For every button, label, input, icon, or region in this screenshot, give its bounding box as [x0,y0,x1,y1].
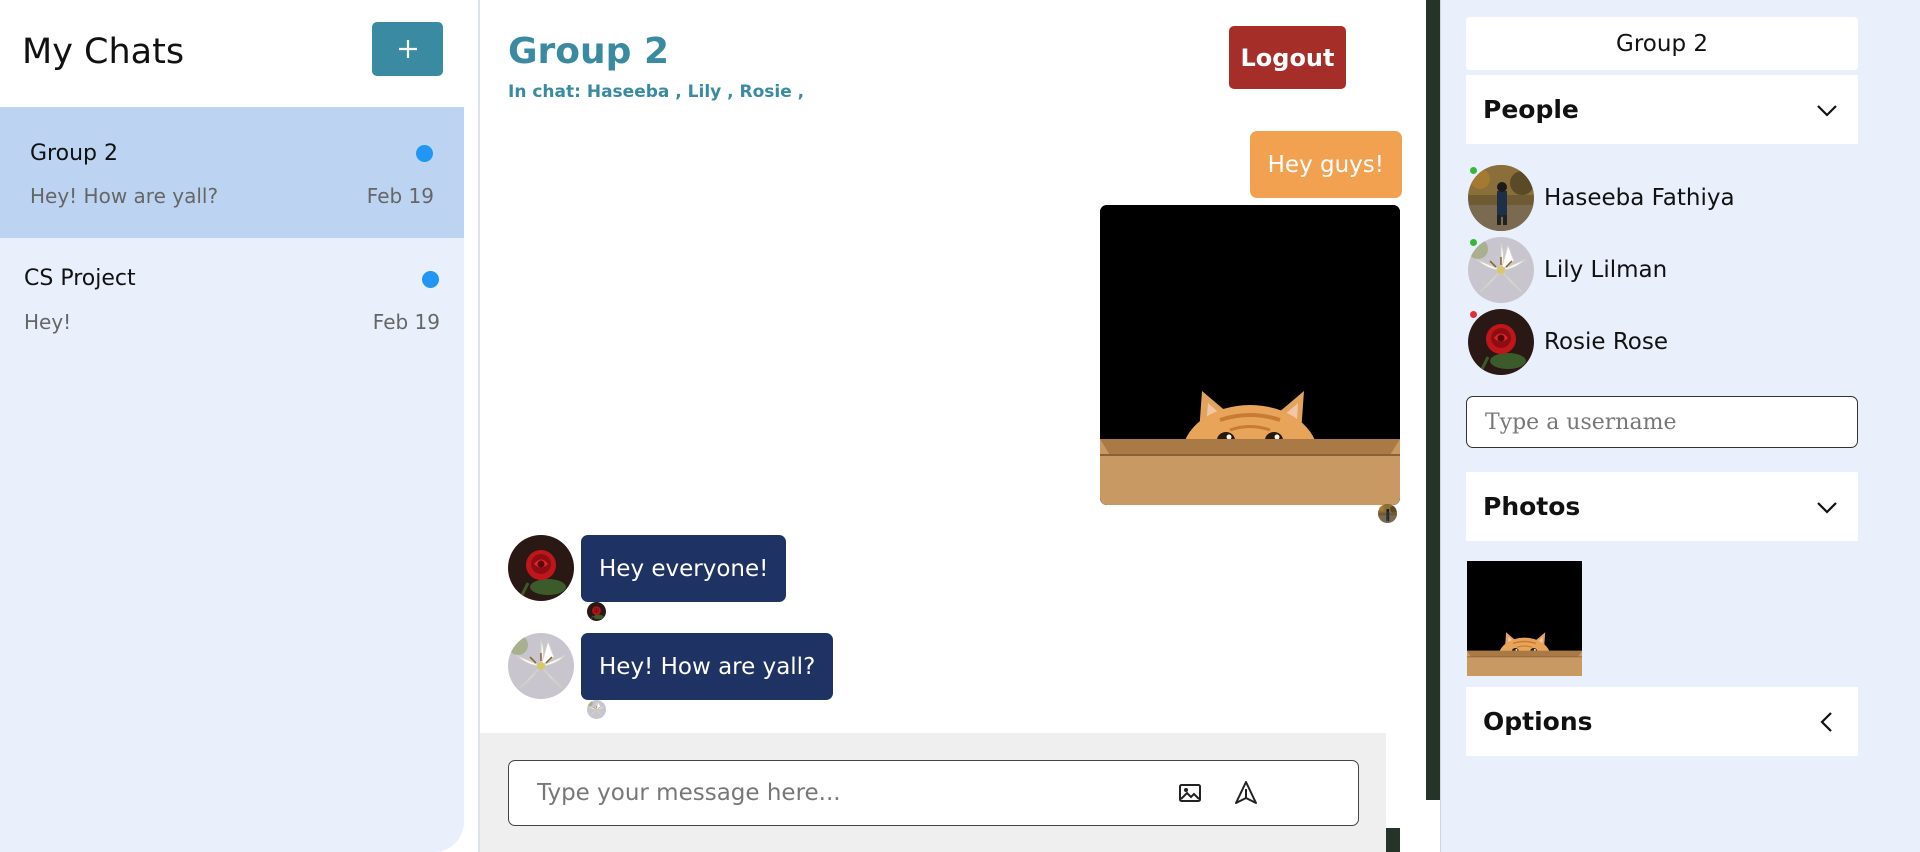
chat-list-title: My Chats [22,32,185,72]
logout-button[interactable]: Logout [1229,26,1346,89]
message-bubble: Hey! How are yall? [581,633,834,700]
online-status-dot [1470,167,1477,174]
chat-window: Group 2 In chat: Haseeba , Lily , Rosie … [478,0,1428,852]
message-bubble: Hey everyone! [581,535,787,602]
panel-divider [1426,0,1440,800]
person-name: Lily Lilman [1544,257,1668,283]
sender-avatar[interactable] [508,535,574,601]
person-name: Rosie Rose [1544,329,1669,355]
cat-in-box-photo [1100,205,1400,505]
message-composer [508,760,1359,826]
sender-avatar[interactable] [508,633,574,699]
avatar [1468,309,1534,375]
photos-section-title: Photos [1483,492,1581,521]
unread-indicator [416,145,433,162]
person-item-rosie[interactable]: Rosie Rose [1468,309,1848,375]
avatar [1468,165,1534,231]
shared-photo-thumbnail[interactable] [1467,561,1582,676]
chat-item-date: Feb 19 [366,184,434,208]
unread-indicator [422,271,439,288]
chat-item-preview: Hey! [24,310,72,334]
people-section-title: People [1483,95,1579,124]
chat-details-panel: Group 2 People Haseeba Fathiya Lily Lilm… [1440,0,1920,852]
chat-members: In chat: Haseeba , Lily , Rosie , [508,82,805,102]
read-receipt-avatar [1378,504,1397,523]
chat-list-panel: My Chats Group 2 Hey! How are yall? Feb … [0,0,464,852]
chevron-down-icon [1817,105,1837,117]
new-chat-button[interactable] [372,22,443,76]
chat-item-name: CS Project [24,266,136,291]
chevron-left-icon [1820,712,1832,732]
chat-item-preview: Hey! How are yall? [30,184,219,208]
message-input[interactable] [535,761,1139,825]
attach-image-button[interactable] [1175,778,1205,808]
chat-list-item-cs-project[interactable]: CS Project Hey! Feb 19 [0,238,464,369]
read-receipt-avatar [587,700,606,719]
chat-item-name: Group 2 [30,141,118,166]
composer-bar [480,733,1386,852]
options-section-title: Options [1483,707,1593,736]
chat-item-date: Feb 19 [372,310,440,334]
plus-icon [398,40,417,58]
chat-list-header: My Chats [0,0,464,107]
own-message-bubble: Hey guys! [1249,131,1402,198]
online-status-dot [1470,239,1477,246]
photos-section-toggle[interactable]: Photos [1466,472,1858,541]
avatar [1468,237,1534,303]
send-icon [1235,781,1257,804]
options-section-toggle[interactable]: Options [1466,687,1858,756]
chat-list-item-group-2[interactable]: Group 2 Hey! How are yall? Feb 19 [0,107,464,238]
details-title: Group 2 [1466,17,1858,70]
panel-divider [1386,828,1400,852]
person-item-lily[interactable]: Lily Lilman [1468,237,1848,303]
person-name: Haseeba Fathiya [1544,185,1735,211]
people-section-toggle[interactable]: People [1466,75,1858,144]
image-icon [1179,784,1201,802]
chat-title: Group 2 [508,31,670,72]
add-username-input[interactable] [1466,396,1858,448]
image-message[interactable] [1100,205,1400,505]
person-item-haseeba[interactable]: Haseeba Fathiya [1468,165,1848,231]
read-receipt-avatar [587,602,606,621]
offline-status-dot [1470,311,1477,318]
send-button[interactable] [1231,778,1261,808]
chevron-down-icon [1817,502,1837,514]
cat-in-box-photo [1467,561,1582,676]
